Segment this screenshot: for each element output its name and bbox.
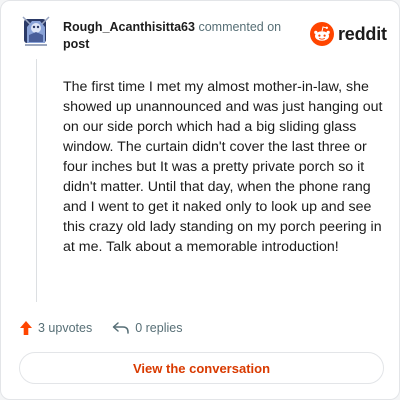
reply-arrow-icon — [112, 321, 130, 335]
comment-header: Rough_Acanthisitta63 commented on post — [63, 19, 303, 53]
view-conversation-button[interactable]: View the conversation — [19, 352, 384, 384]
upvote-button[interactable]: 3 upvotes — [19, 320, 92, 336]
reply-button[interactable]: 0 replies — [112, 321, 182, 335]
upvote-arrow-icon — [19, 320, 33, 336]
username-link[interactable]: Rough_Acanthisitta63 — [63, 20, 195, 34]
reddit-logo[interactable]: reddit — [310, 21, 392, 47]
comment-actions: 3 upvotes 0 replies — [19, 317, 202, 339]
post-link[interactable]: post — [63, 37, 89, 51]
commented-on-text: commented on — [198, 20, 282, 34]
thread-line — [36, 59, 37, 302]
reddit-logo-icon — [310, 22, 334, 46]
comment-body: The first time I met my almost mother-in… — [63, 79, 383, 255]
upvote-count: 3 upvotes — [38, 321, 93, 335]
avatar[interactable] — [21, 15, 51, 47]
reddit-wordmark: reddit — [338, 23, 387, 44]
reply-count: 0 replies — [135, 321, 183, 335]
embedded-comment-card: Rough_Acanthisitta63 commented on post r… — [0, 0, 400, 400]
user-avatar-icon — [22, 16, 50, 46]
